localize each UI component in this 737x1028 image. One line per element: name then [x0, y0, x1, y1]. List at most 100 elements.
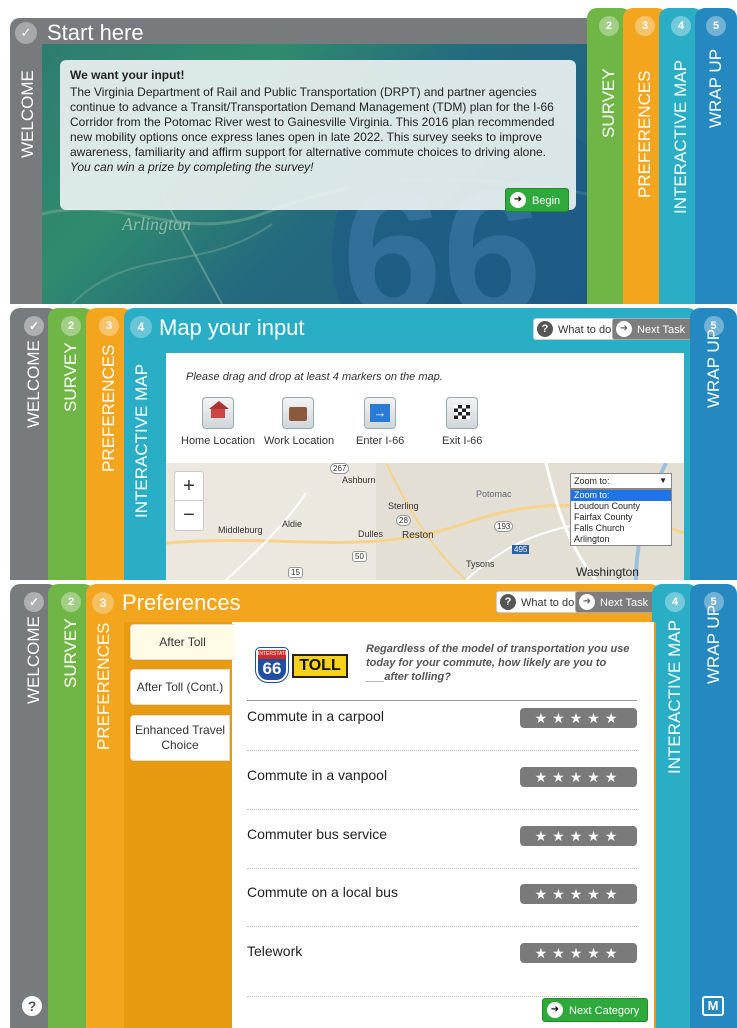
category-tab-after-toll-cont[interactable]: After Toll (Cont.) [130, 669, 230, 705]
tab-wrap-up[interactable]: 5 WRAP UP M [690, 584, 737, 1028]
place-aldie: Aldie [282, 519, 303, 529]
question-label-telework: Telework [247, 943, 303, 959]
tab-map-number: 4 [665, 592, 685, 612]
tab-map-label: INTERACTIVE MAP [671, 60, 690, 214]
zoom-option[interactable]: Arlington [571, 534, 671, 545]
tab-preferences-label: PREFERENCES [635, 70, 654, 198]
place-washington: Washington [576, 565, 639, 579]
question-label-carpool: Commute in a carpool [247, 708, 384, 724]
question-label-vanpool: Commute in a vanpool [247, 767, 388, 783]
marker-label-enter: Enter I-66 [356, 435, 405, 447]
star-rating-telework[interactable]: ★★★★★ [520, 943, 637, 963]
zoom-option[interactable]: Fairfax County [571, 512, 671, 523]
brand-logo-icon: M [702, 996, 724, 1016]
divider [247, 750, 637, 751]
place-tysons: Tysons [466, 559, 495, 569]
preferences-vertical-label: PREFERENCES [94, 622, 113, 750]
tab-wrapup-label: WRAP UP [703, 328, 723, 408]
question-text: Regardless of the model of transportatio… [366, 643, 630, 683]
what-to-do-button[interactable]: ? What to do [496, 591, 581, 613]
next-task-label: Next Task [600, 597, 649, 609]
arrow-right-icon: ➜ [616, 321, 632, 337]
map-instruction: Please drag and drop at least 4 markers … [186, 371, 443, 383]
category-tab-after-toll[interactable]: After Toll [130, 624, 234, 660]
zoom-select-value: Zoom to: [574, 476, 610, 486]
briefcase-icon[interactable] [282, 397, 314, 429]
welcome-title: Start here [47, 20, 144, 45]
tab-survey-label: SURVEY [599, 68, 618, 138]
tab-survey-label: SURVEY [61, 618, 80, 688]
intro-body-text: The Virginia Department of Rail and Publ… [70, 85, 555, 159]
route-267-badge: 267 [330, 463, 350, 474]
welcome-vertical-label: WELCOME [18, 70, 37, 158]
map-panel: ✓ WELCOME 2 SURVEY 3 PREFERENCES 4 Map y… [0, 308, 737, 580]
tab-survey-number: 2 [599, 16, 619, 36]
tab-wrap-up[interactable]: 5 WRAP UP [695, 8, 737, 304]
arrow-right-icon: ➜ [510, 192, 526, 208]
marker-label-work: Work Location [264, 435, 335, 447]
tab-map-label: INTERACTIVE MAP [665, 620, 684, 774]
intro-prize-text: You can win a prize by completing the su… [70, 160, 314, 174]
tab-survey-number: 2 [61, 592, 81, 612]
preferences-panel: ✓ WELCOME ? 2 SURVEY 3 Preferences PREFE… [0, 584, 737, 1028]
tab-wrapup-number: 5 [706, 16, 726, 36]
zoom-option[interactable]: Falls Church [571, 523, 671, 534]
place-sterling: Sterling [388, 501, 419, 511]
zoom-option[interactable]: Zoom to: [571, 490, 671, 501]
zoom-in-button[interactable]: + [174, 471, 204, 501]
enter-arrow-icon[interactable]: → [364, 397, 396, 429]
map-canvas[interactable]: + − Ashburn Sterling Potomac Middleburg … [166, 463, 684, 580]
route-15-badge: 15 [288, 567, 303, 578]
route-50-badge: 50 [352, 551, 367, 562]
tab-preferences-label: PREFERENCES [99, 344, 118, 472]
zoom-option[interactable]: Loudoun County [571, 501, 671, 512]
intro-heading: We want your input! [70, 68, 185, 82]
home-icon[interactable] [202, 397, 234, 429]
arrow-right-icon: ➜ [547, 1002, 563, 1018]
star-rating-carpool[interactable]: ★★★★★ [520, 708, 637, 728]
preferences-step-number: 3 [92, 592, 114, 614]
zoom-select[interactable]: Zoom to: ▼ [570, 473, 672, 489]
tab-wrapup-label: WRAP UP [706, 48, 725, 128]
shield-number: 66 [262, 659, 282, 678]
tab-survey-label: SURVEY [61, 342, 80, 412]
tab-welcome-check: ✓ [24, 592, 44, 612]
star-rating-local-bus[interactable]: ★★★★★ [520, 884, 637, 904]
help-icon: ? [500, 594, 516, 610]
place-middleburg: Middleburg [218, 525, 263, 535]
map-step-number: 4 [130, 316, 152, 338]
category-label: Enhanced Travel Choice [134, 723, 226, 752]
category-label: After Toll (Cont.) [136, 680, 224, 694]
tab-welcome-label: WELCOME [24, 616, 43, 704]
help-circle-icon[interactable]: ? [22, 996, 42, 1016]
place-dulles: Dulles [358, 529, 384, 539]
place-potomac: Potomac [476, 489, 512, 499]
next-task-button[interactable]: ➜ Next Task [575, 591, 656, 613]
marker-label-home: Home Location [181, 435, 255, 447]
what-to-do-button[interactable]: ? What to do [533, 318, 618, 340]
begin-button[interactable]: ➜ Begin [505, 188, 570, 212]
next-task-button[interactable]: ➜ Next Task [612, 318, 693, 340]
checkered-flag-icon[interactable] [446, 397, 478, 429]
place-ashburn: Ashburn [342, 475, 376, 485]
category-tab-enhanced-travel[interactable]: Enhanced Travel Choice [130, 715, 230, 761]
next-category-button[interactable]: ➜ Next Category [542, 998, 649, 1022]
zoom-out-button[interactable]: − [174, 501, 204, 531]
map-content: Please drag and drop at least 4 markers … [166, 353, 684, 580]
shield-top-band: INTERSTATE [258, 650, 289, 659]
next-category-label: Next Category [569, 1005, 640, 1017]
tab-wrapup-label: WRAP UP [703, 604, 723, 684]
route-28-badge: 28 [396, 515, 411, 526]
help-icon: ? [537, 321, 553, 337]
marker-label-exit: Exit I-66 [442, 435, 483, 447]
what-to-do-label: What to do [521, 597, 575, 609]
tab-wrap-up[interactable]: 5 WRAP UP [690, 308, 737, 580]
star-rating-commuter-bus[interactable]: ★★★★★ [520, 826, 637, 846]
welcome-panel: Arlington 66 ✓ Start here WELCOME We wan… [0, 8, 737, 304]
chevron-down-icon: ▼ [659, 476, 667, 485]
interstate-66-shield-icon: INTERSTATE 66 [255, 647, 289, 683]
map-arlington-label: Arlington [122, 214, 192, 234]
toll-sign: TOLL [292, 654, 348, 678]
divider [247, 809, 637, 810]
star-rating-vanpool[interactable]: ★★★★★ [520, 767, 637, 787]
